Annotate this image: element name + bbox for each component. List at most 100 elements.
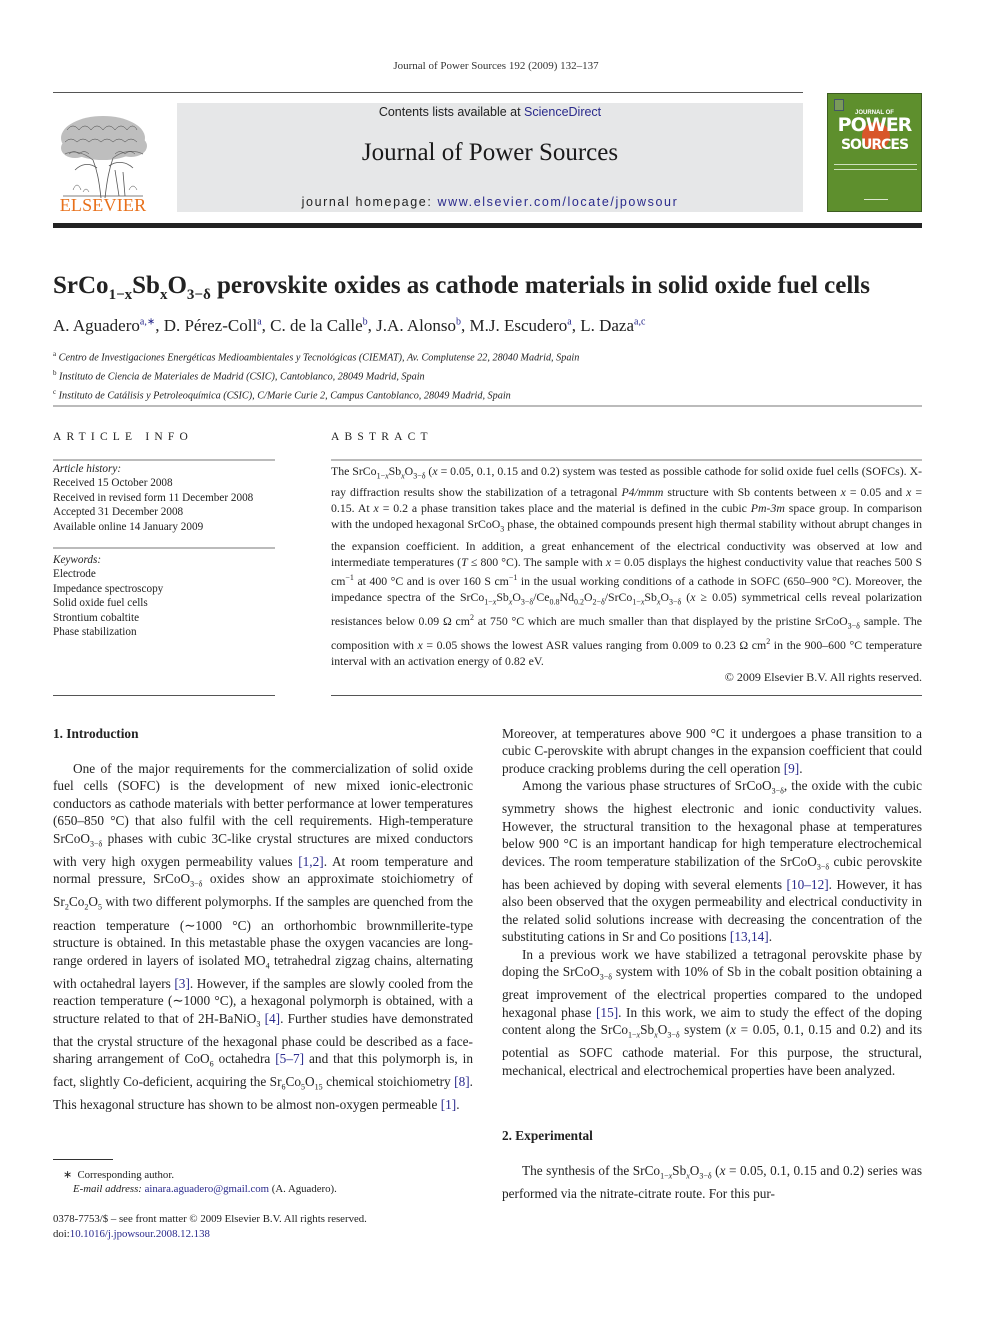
- journal-cover-image: JOURNAL OF POWER SOURCES: [827, 93, 922, 212]
- abstract-copyright: © 2009 Elsevier B.V. All rights reserved…: [724, 670, 922, 684]
- cover-line2: POWER: [837, 114, 913, 136]
- keyword: Phase stabilization: [53, 626, 137, 639]
- keyword: Strontium cobaltite: [53, 611, 140, 624]
- title-part: Sb: [132, 272, 160, 299]
- footnote-star: ∗: [63, 1169, 73, 1181]
- citation-link[interactable]: [8]: [454, 1074, 470, 1089]
- affiliation: b Instituto de Ciencia de Materiales de …: [53, 366, 579, 385]
- history-item: Accepted 31 December 2008: [53, 506, 184, 519]
- history-label: Article history:: [53, 463, 122, 475]
- history-item: Received 15 October 2008: [53, 477, 173, 490]
- author[interactable]: C. de la Calle: [270, 316, 363, 335]
- cover-line3: SOURCES: [840, 137, 909, 153]
- header-rule: [53, 92, 803, 93]
- author[interactable]: M.J. Escudero: [470, 316, 568, 335]
- journal-banner: Contents lists available at ScienceDirec…: [177, 103, 803, 212]
- keywords-label: Keywords:: [53, 554, 102, 566]
- affiliation-text: Centro de Investigaciones Energéticas Me…: [58, 352, 580, 364]
- info-rule: [53, 459, 275, 461]
- citation-link[interactable]: [15]: [596, 1005, 618, 1020]
- footnote-line: ∗ Corresponding author.: [53, 1168, 473, 1182]
- intro-column-right: Moreover, at temperatures above 900 °C i…: [502, 725, 922, 1079]
- keyword: Solid oxide fuel cells: [53, 597, 148, 610]
- abstract-text: The SrCo1−xSbxO3−δ (x = 0.05, 0.1, 0.15 …: [331, 464, 923, 669]
- footnote-rule: [53, 1159, 113, 1160]
- affiliation: a Centro de Investigaciones Energéticas …: [53, 347, 579, 366]
- journal-title: Journal of Power Sources: [361, 139, 619, 166]
- citation-link[interactable]: [1,2]: [298, 854, 323, 869]
- abstract-bottom-rule: [331, 695, 922, 696]
- journal-homepage-link[interactable]: www.elsevier.com/locate/jpowsour: [437, 195, 678, 209]
- abstract-heading: ABSTRACT: [331, 431, 433, 443]
- title-part: perovskite oxides as cathode materials i…: [210, 272, 870, 299]
- email-suffix: (A. Aguadero).: [269, 1183, 337, 1196]
- running-head: Journal of Power Sources 192 (2009) 132–…: [393, 60, 599, 72]
- doi-link[interactable]: 10.1016/j.jpowsour.2008.12.138: [70, 1228, 210, 1240]
- article-info-heading: ARTICLE INFO: [53, 431, 193, 443]
- paragraph: In a previous work we have stabilized a …: [502, 946, 922, 1078]
- affiliation-key: a: [53, 350, 57, 358]
- paragraph: Among the various phase structures of Sr…: [502, 778, 923, 945]
- front-matter: 0378-7753/$ – see front matter © 2009 El…: [53, 1212, 473, 1241]
- keywords-rule: [53, 547, 275, 549]
- citation-link[interactable]: [1]: [441, 1097, 457, 1112]
- email-link[interactable]: ainara.aguadero@gmail.com: [145, 1183, 269, 1195]
- affiliations: a Centro de Investigaciones Energéticas …: [53, 347, 579, 405]
- history-item: Received in revised form 11 December 200…: [53, 491, 254, 504]
- homepage-line: journal homepage: www.elsevier.com/locat…: [177, 195, 803, 209]
- citation-link[interactable]: [13,14]: [730, 929, 769, 944]
- abstract-rule: [331, 459, 922, 461]
- author-affiliation-mark[interactable]: a: [567, 316, 571, 327]
- contents-line: Contents lists available at ScienceDirec…: [177, 105, 803, 119]
- affiliation: c Instituto de Catálisis y Petroleoquími…: [53, 385, 579, 404]
- info-bottom-rule: [53, 695, 275, 696]
- sciencedirect-link[interactable]: ScienceDirect: [524, 105, 601, 119]
- author[interactable]: A. Aguadero: [53, 316, 140, 335]
- citation-link[interactable]: [4]: [265, 1011, 281, 1026]
- section-heading-experimental: 2. Experimental: [502, 1128, 593, 1143]
- corresponding-author-footnote: ∗ Corresponding author. E-mail address: …: [53, 1168, 473, 1197]
- history-item: Available online 14 January 2009: [53, 520, 204, 533]
- author[interactable]: L. Daza: [580, 316, 634, 335]
- author-affiliation-mark[interactable]: a: [257, 316, 261, 327]
- paragraph: One of the major requirements for the co…: [53, 761, 474, 1113]
- elsevier-wordmark: ELSEVIER: [59, 195, 147, 215]
- cover-footer: [864, 194, 888, 200]
- section-heading-introduction: 1. Introduction: [53, 726, 139, 741]
- email-label: E-mail address:: [73, 1183, 142, 1196]
- keywords: Keywords: Electrode Impedance spectrosco…: [53, 553, 275, 639]
- contents-prefix: Contents lists available at: [378, 105, 525, 119]
- issn-line: 0378-7753/$ – see front matter © 2009 El…: [53, 1213, 367, 1225]
- citation-link[interactable]: [5–7]: [275, 1051, 304, 1066]
- article-history: Article history: Received 15 October 200…: [53, 462, 275, 534]
- citation-link[interactable]: [3]: [174, 976, 190, 991]
- article-title: SrCo1−xSbxO3−δ perovskite oxides as cath…: [53, 272, 870, 304]
- author[interactable]: J.A. Alonso: [376, 316, 456, 335]
- affiliation-key: c: [53, 388, 57, 397]
- footnote-corresponding: Corresponding author.: [77, 1169, 175, 1181]
- doi-line: doi:10.1016/j.jpowsour.2008.12.138: [53, 1227, 473, 1242]
- paragraph: Moreover, at temperatures above 900 °C i…: [502, 726, 922, 776]
- citation-link[interactable]: [10–12]: [787, 877, 829, 892]
- author-affiliation-mark[interactable]: a,∗: [140, 316, 155, 327]
- experimental-column: The synthesis of the SrCo1−xSbxO3−δ (x =…: [502, 1162, 922, 1203]
- affiliation-text: Instituto de Ciencia de Materiales de Ma…: [59, 371, 425, 383]
- author[interactable]: D. Pérez-Coll: [164, 316, 257, 335]
- affiliation-key: b: [53, 369, 57, 378]
- author-affiliation-mark[interactable]: a,c: [634, 316, 645, 327]
- author-affiliation-mark[interactable]: b: [363, 316, 368, 327]
- masthead-rule: [53, 223, 922, 228]
- cover-subtitle: [834, 164, 917, 170]
- title-part: O: [167, 272, 187, 299]
- intro-column-left: One of the major requirements for the co…: [53, 760, 473, 1114]
- keyword: Electrode: [53, 568, 96, 581]
- affiliation-text: Instituto de Catálisis y Petroleoquímica…: [58, 390, 511, 402]
- footnote-email-line: E-mail address: ainara.aguadero@gmail.co…: [53, 1182, 473, 1196]
- title-sub: 3−δ: [186, 287, 211, 303]
- paragraph: The synthesis of the SrCo1−xSbxO3−δ (x =…: [502, 1163, 923, 1202]
- homepage-prefix: journal homepage:: [301, 195, 438, 209]
- affiliation-rule: [53, 405, 922, 407]
- author-affiliation-mark[interactable]: b: [456, 316, 461, 327]
- citation-link[interactable]: [9]: [784, 761, 800, 776]
- doi-prefix: doi:: [53, 1227, 70, 1240]
